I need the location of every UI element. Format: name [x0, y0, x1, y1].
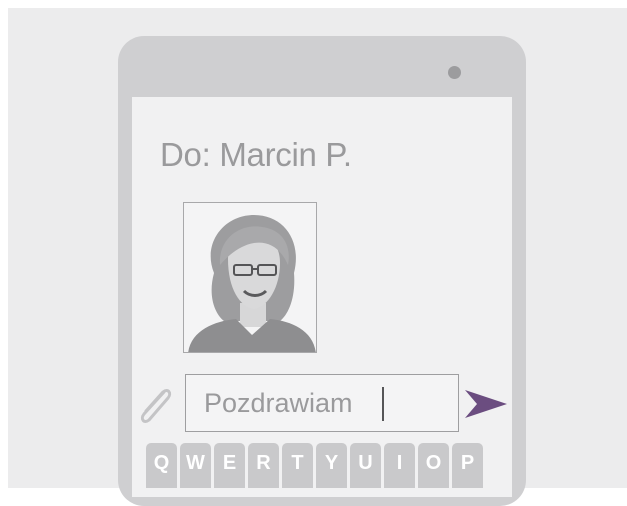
- key-o[interactable]: O: [418, 443, 449, 488]
- text-cursor: [382, 387, 384, 421]
- key-i[interactable]: I: [384, 443, 415, 488]
- key-p[interactable]: P: [452, 443, 483, 488]
- woman-portrait-illustration: [188, 215, 316, 352]
- keyboard: Q W E R T Y U I O P: [142, 443, 507, 488]
- message-input[interactable]: Pozdrawiam: [185, 374, 459, 432]
- recipient-label: Do: Marcin P.: [160, 136, 352, 173]
- send-arrow-icon[interactable]: [463, 388, 509, 420]
- key-w[interactable]: W: [180, 443, 211, 488]
- key-t[interactable]: T: [282, 443, 313, 488]
- key-e[interactable]: E: [214, 443, 245, 488]
- camera-icon: [448, 66, 461, 79]
- key-u[interactable]: U: [350, 443, 381, 488]
- key-r[interactable]: R: [248, 443, 279, 488]
- key-y[interactable]: Y: [316, 443, 347, 488]
- paperclip-icon[interactable]: [134, 386, 178, 426]
- attached-photo[interactable]: [183, 202, 317, 353]
- key-q[interactable]: Q: [146, 443, 177, 488]
- message-text: Pozdrawiam: [204, 388, 353, 418]
